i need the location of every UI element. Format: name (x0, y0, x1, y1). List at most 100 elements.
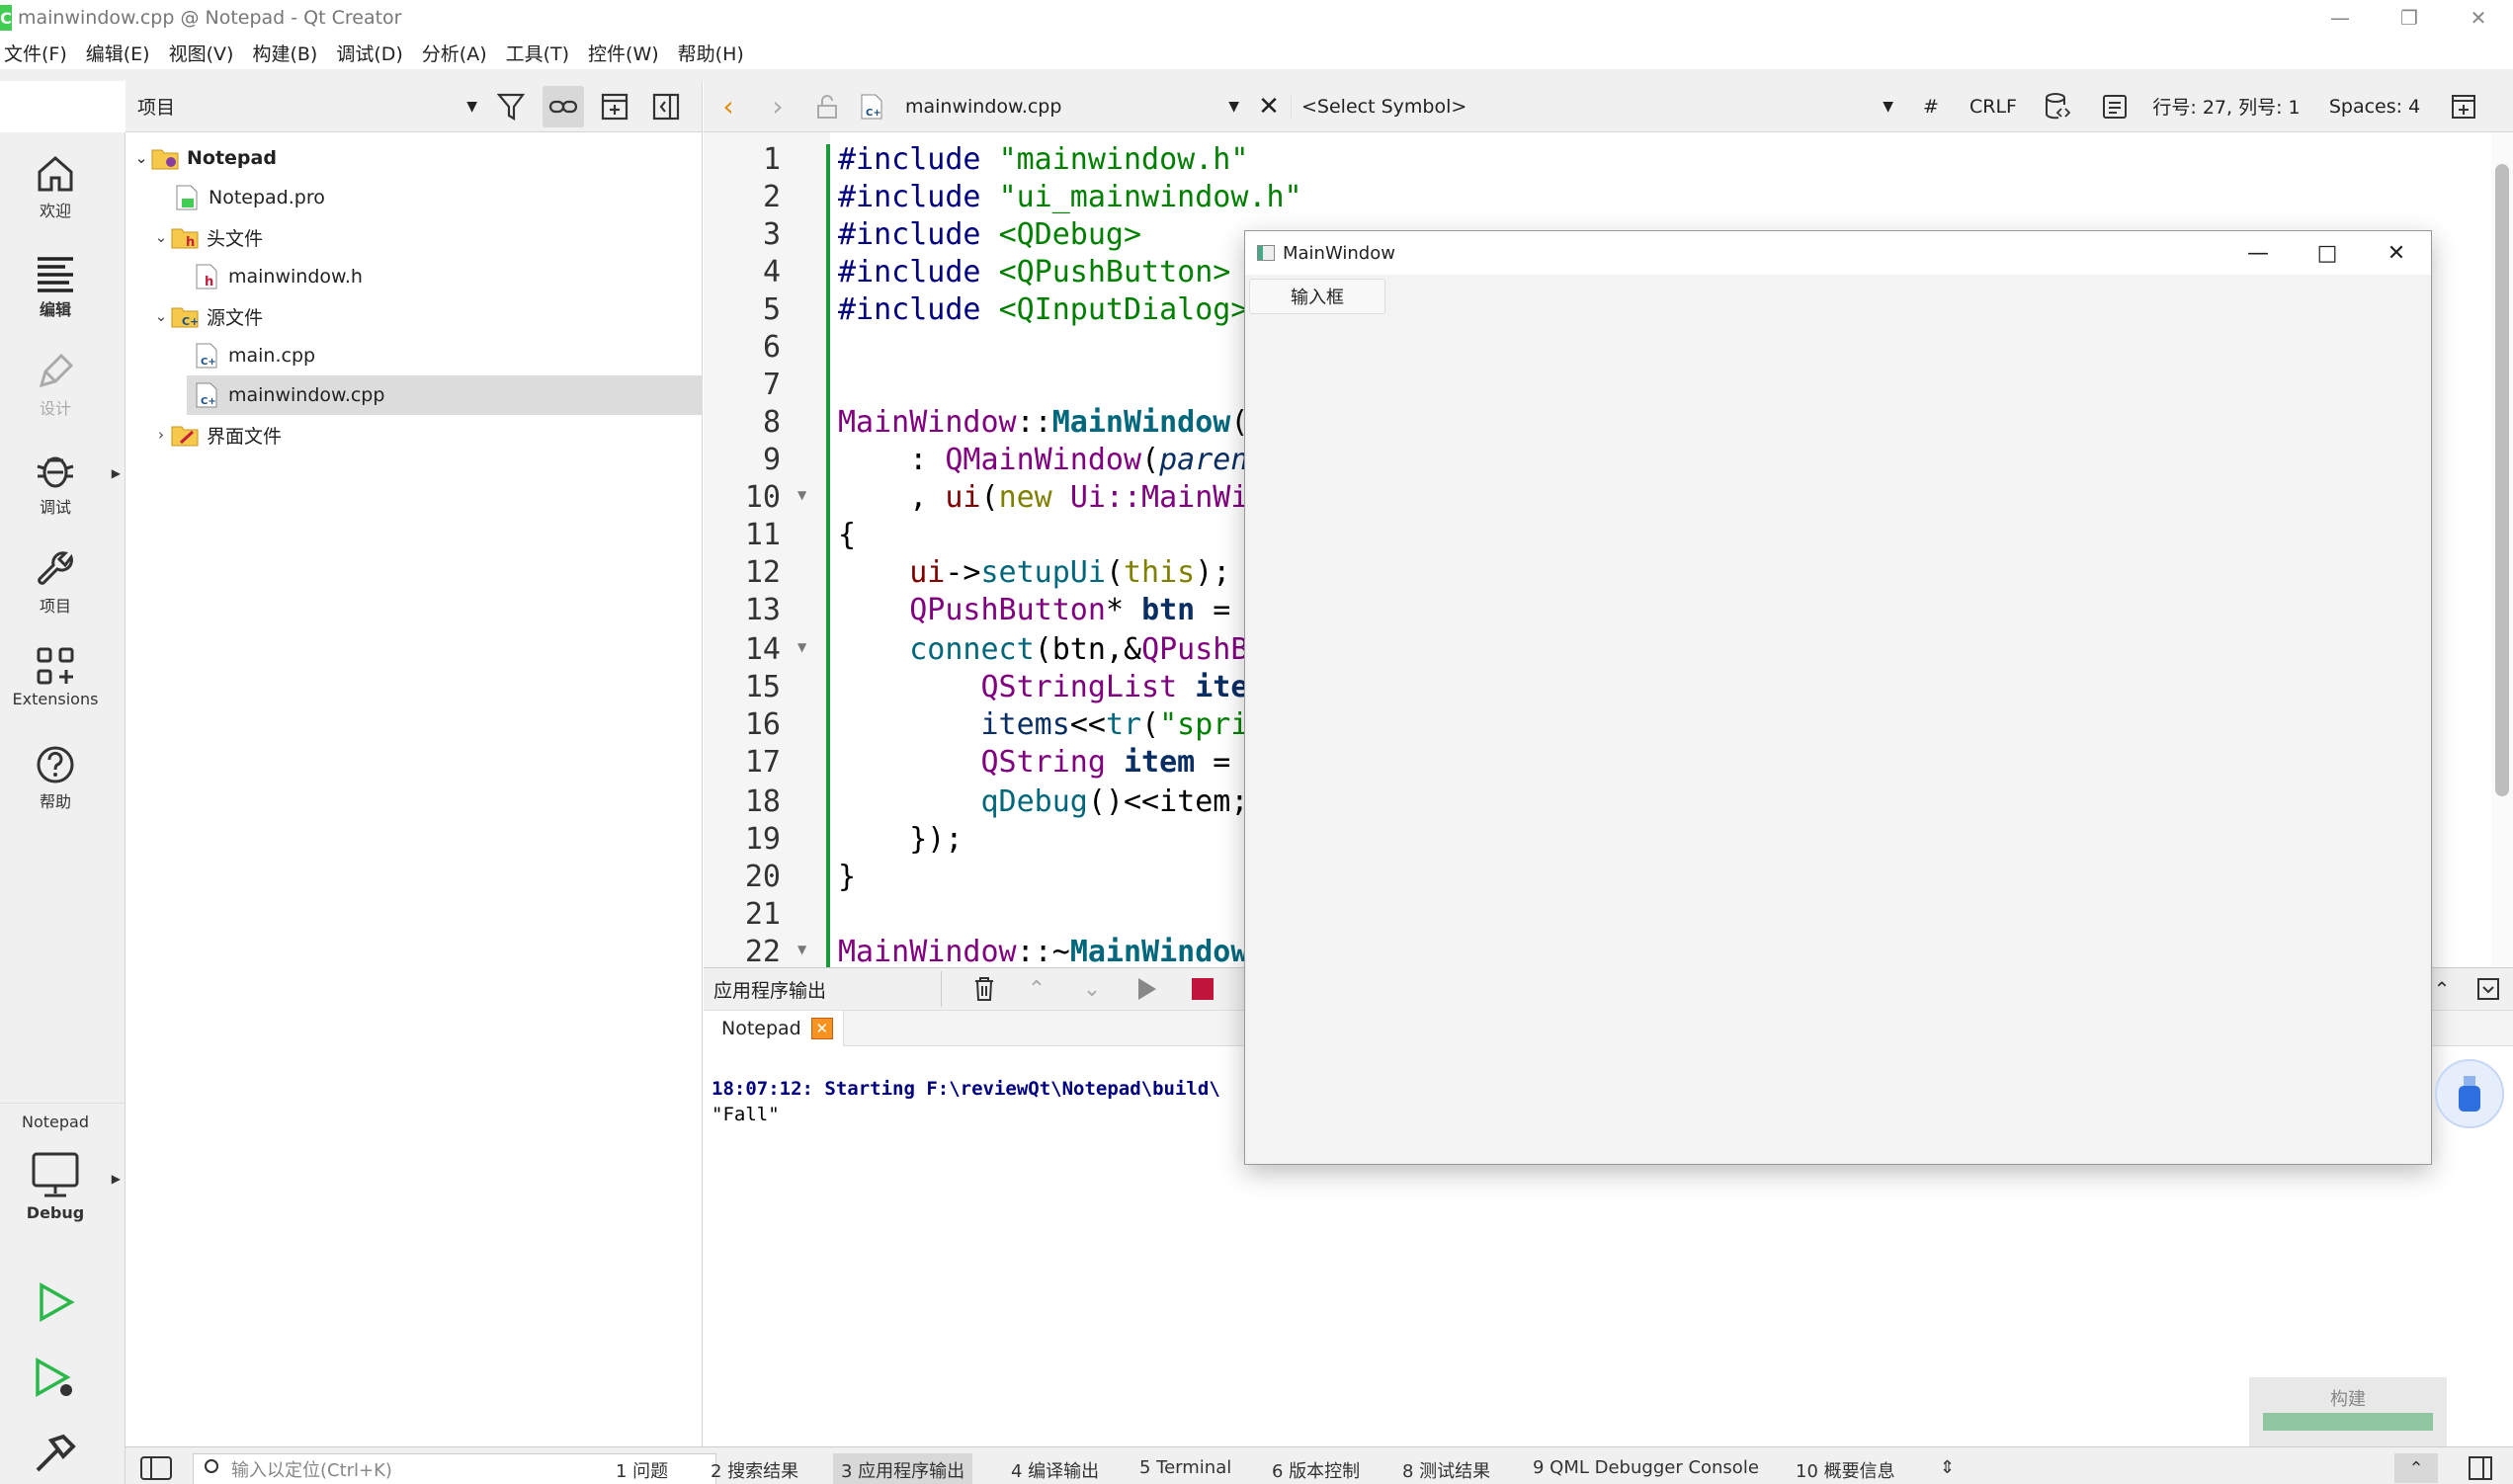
tree-item-headers[interactable]: ⌄ h 头文件 (126, 217, 703, 257)
pane-tab-qml-debugger[interactable]: 9 QML Debugger Console (1533, 1457, 1759, 1478)
svg-text:C+: C+ (866, 108, 881, 119)
rerun-button[interactable] (1120, 976, 1175, 1002)
pane-tab-more-icon[interactable]: ⇕ (1940, 1457, 1955, 1478)
pane-tab-general-messages[interactable]: 10 概要信息 (1796, 1457, 1895, 1483)
menu-edit[interactable]: 编辑(E) (81, 40, 164, 66)
tree-item-sources[interactable]: ⌄ C+ 源文件 (126, 296, 703, 336)
pane-tab-application-output[interactable]: 3 应用程序输出 (833, 1453, 973, 1484)
scrollbar-thumb[interactable] (2495, 164, 2509, 796)
line-number: 1 (762, 142, 781, 177)
chevron-down-icon[interactable]: ⌄ (131, 149, 151, 167)
debug-run-button[interactable] (0, 1358, 111, 1405)
split-editor-button[interactable] (2439, 94, 2488, 120)
minimize-icon[interactable]: — (2305, 0, 2375, 36)
kit-arrow-icon[interactable]: ▶ (112, 1172, 121, 1186)
running-mainwindow[interactable]: MainWindow — □ ✕ 输入框 (1244, 230, 2432, 1165)
chevron-down-icon[interactable]: ⌄ (151, 307, 171, 325)
editor-scrollbar[interactable] (2491, 132, 2513, 967)
mode-extensions[interactable]: Extensions (0, 646, 111, 708)
mode-welcome[interactable]: 欢迎 (0, 154, 111, 221)
usb-device-floating-button[interactable] (2435, 1059, 2504, 1128)
close-icon[interactable]: ✕ (2444, 0, 2513, 36)
menu-debug[interactable]: 调试(D) (331, 40, 416, 66)
pane-tab-search-results[interactable]: 2 搜索结果 (711, 1457, 798, 1483)
mode-debug-arrow-icon[interactable]: ▶ (112, 466, 121, 480)
tree-item-project-root[interactable]: ⌄ Notepad (126, 138, 703, 178)
document-outline-button[interactable] (2087, 94, 2142, 120)
pane-tab-terminal[interactable]: 5 Terminal (1139, 1457, 1231, 1478)
tree-item-mainwindow-cpp[interactable]: C+ mainwindow.cpp (187, 375, 703, 415)
hash-button[interactable]: # (1903, 96, 1959, 118)
pane-tab-test-results[interactable]: 8 测试结果 (1402, 1457, 1490, 1483)
kit-selector[interactable]: Debug ▶ (0, 1150, 121, 1222)
input-dialog-button[interactable]: 输入框 (1249, 279, 1385, 314)
previous-item-icon[interactable]: ⌃ (1009, 977, 1064, 1002)
go-forward-button[interactable]: › (753, 90, 802, 123)
chevron-down-icon[interactable]: ⌄ (151, 228, 171, 246)
menu-help[interactable]: 帮助(H) (673, 40, 758, 66)
maximize-icon[interactable]: □ (2293, 231, 2362, 275)
run-icon (40, 1282, 75, 1322)
tree-item-main-cpp[interactable]: C+ main.cpp (126, 336, 703, 375)
tree-item-header-file[interactable]: h mainwindow.h (126, 257, 703, 296)
add-split-button[interactable] (594, 86, 635, 127)
mode-extensions-label: Extensions (12, 690, 99, 708)
mode-design[interactable]: 设计 (0, 352, 111, 419)
build-button[interactable] (0, 1433, 111, 1480)
menu-view[interactable]: 视图(V) (164, 40, 248, 66)
lock-button[interactable] (802, 94, 852, 119)
line-number: 10 (744, 480, 781, 515)
fold-marker-icon[interactable]: ▼ (797, 488, 806, 502)
minimize-icon[interactable]: — (2223, 231, 2293, 275)
indent-settings[interactable]: Spaces: 4 (2310, 96, 2439, 118)
home-icon (38, 156, 73, 192)
tree-item-pro-file[interactable]: Notepad.pro (126, 178, 703, 217)
toggle-progress-button[interactable]: ⌃ (2394, 1453, 2438, 1483)
mode-help[interactable]: 帮助 (0, 745, 111, 812)
mode-edit[interactable]: 编辑 (0, 253, 111, 320)
project-view-combo[interactable]: 项目 ▼ (133, 90, 481, 124)
pane-tab-version-control[interactable]: 6 版本控制 (1272, 1457, 1360, 1483)
line-ending-button[interactable]: CRLF (1959, 96, 2028, 118)
output-tab-notepad[interactable]: Notepad ✕ (704, 1011, 844, 1046)
close-tab-icon[interactable]: ✕ (810, 1018, 833, 1039)
clear-output-button[interactable] (960, 976, 1009, 1002)
menu-build[interactable]: 构建(B) (247, 40, 331, 66)
next-item-icon[interactable]: ⌄ (1064, 977, 1120, 1002)
sync-editor-button[interactable] (543, 85, 584, 127)
pane-tab-compile-output[interactable]: 4 编译输出 (1011, 1457, 1099, 1483)
run-button[interactable] (0, 1282, 111, 1326)
symbol-combo[interactable]: <Select Symbol> ▼ (1291, 95, 1903, 118)
menu-controls[interactable]: 控件(W) (583, 40, 673, 66)
mode-projects[interactable]: 项目 (0, 549, 111, 617)
stop-button[interactable] (1175, 977, 1230, 1001)
mainwindow-titlebar[interactable]: MainWindow — □ ✕ (1245, 231, 2431, 275)
combo-down-icon: ▼ (466, 98, 477, 115)
open-documents-combo[interactable]: mainwindow.cpp ▼ (891, 96, 1247, 118)
filter-tree-button[interactable] (491, 86, 533, 127)
fold-marker-icon[interactable]: ▼ (797, 943, 806, 956)
code-line: connect(btn,&QPushB (909, 632, 1249, 667)
close-document-button[interactable]: ✕ (1247, 92, 1291, 122)
menu-tools[interactable]: 工具(T) (501, 40, 583, 66)
help-icon (37, 746, 74, 783)
pane-tab-issues[interactable]: 1 问题 (616, 1457, 668, 1483)
go-back-button[interactable]: ‹ (704, 90, 753, 123)
menu-analyze[interactable]: 分析(A) (417, 40, 501, 66)
cpp-file-icon: C+ (193, 381, 220, 409)
encoding-button[interactable] (2028, 92, 2087, 121)
close-icon[interactable]: ✕ (2362, 231, 2431, 275)
menu-file[interactable]: 文件(F) (0, 40, 81, 66)
build-progress[interactable]: 构建 (2249, 1377, 2447, 1448)
hide-pane-button[interactable] (2464, 977, 2513, 1001)
line-number: 3 (762, 217, 781, 252)
fold-marker-icon[interactable]: ▼ (797, 640, 806, 654)
mode-debug[interactable]: 调试 ▶ (0, 451, 121, 518)
toggle-right-sidebar-button[interactable] (2468, 1455, 2493, 1484)
toggle-left-sidebar-button[interactable] (139, 1455, 173, 1484)
close-sidebar-button[interactable] (645, 86, 687, 127)
restore-icon[interactable]: ❐ (2375, 0, 2444, 36)
chevron-right-icon[interactable]: › (151, 426, 171, 444)
cursor-position[interactable]: 行号: 27, 列号: 1 (2142, 93, 2310, 120)
tree-item-forms[interactable]: › 界面文件 (126, 415, 703, 454)
